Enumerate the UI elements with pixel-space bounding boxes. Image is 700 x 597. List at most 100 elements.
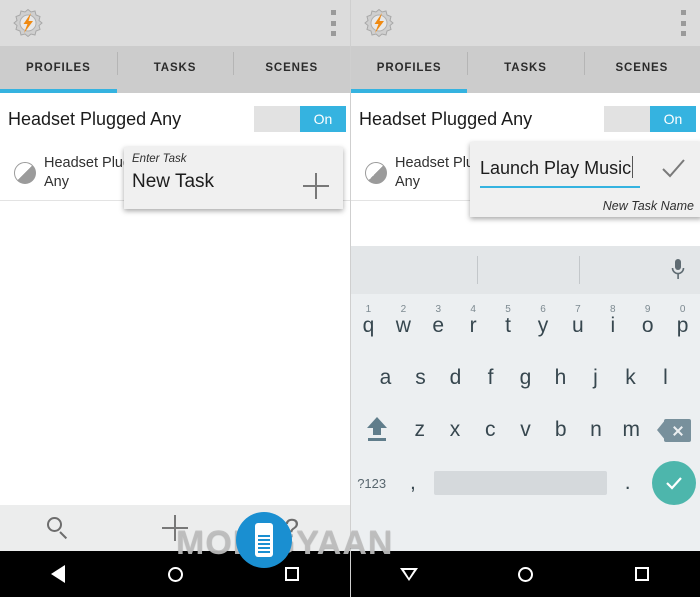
key-z[interactable]: z (402, 406, 437, 454)
key-w[interactable]: 2w (386, 302, 421, 350)
key-c[interactable]: c (473, 406, 508, 454)
key-f-label: f (487, 366, 494, 389)
key-backspace[interactable] (649, 406, 700, 454)
toggle-track-off (254, 106, 300, 132)
key-h-label: h (554, 366, 567, 389)
key-v[interactable]: v (508, 406, 543, 454)
key-n-label: n (590, 418, 602, 441)
nav-recents-left[interactable] (233, 567, 350, 581)
tab-profiles[interactable]: PROFILES (0, 46, 117, 93)
suggestion-divider (579, 256, 580, 284)
key-a[interactable]: a (368, 354, 403, 402)
tab-tasks[interactable]: TASKS (467, 46, 583, 93)
soft-keyboard: 1q 2w 3e 4r 5t 6y 7u 8i 9o 0p a s d f g … (351, 246, 700, 551)
key-e-number: 3 (435, 304, 442, 315)
key-symbols[interactable]: ?123 (351, 458, 392, 508)
enter-task-value[interactable]: New Task (132, 171, 214, 193)
tab-scenes[interactable]: SCENES (233, 46, 350, 93)
key-shift[interactable] (351, 406, 402, 454)
overflow-menu-icon[interactable] (330, 10, 336, 36)
key-q-number: 1 (365, 304, 372, 315)
key-u-number: 7 (575, 304, 581, 315)
task-name-input[interactable]: Launch Play Music (480, 150, 640, 188)
context-state-icon (365, 162, 387, 184)
nav-home-right[interactable] (467, 566, 583, 582)
key-o-number: 9 (644, 304, 651, 315)
key-p-number: 0 (679, 304, 686, 315)
new-task-name-hint: New Task Name (602, 199, 694, 213)
key-y[interactable]: 6y (526, 302, 561, 350)
key-enter[interactable] (648, 458, 700, 508)
key-i[interactable]: 8i (595, 302, 630, 350)
toggle-on-label: On (650, 106, 696, 132)
screenshot-left: PROFILES TASKS SCENES Headset Plugged An… (0, 0, 350, 597)
key-d-label: d (449, 366, 462, 389)
key-q-label: q (362, 314, 375, 337)
key-f[interactable]: f (473, 354, 508, 402)
key-period[interactable]: . (607, 458, 648, 508)
task-name-value: Launch Play Music (480, 158, 632, 178)
key-t-label: t (505, 314, 511, 337)
profile-header-row[interactable]: Headset Plugged Any On (351, 93, 700, 145)
key-n[interactable]: n (578, 406, 613, 454)
key-d[interactable]: d (438, 354, 473, 402)
key-r[interactable]: 4r (456, 302, 491, 350)
key-q[interactable]: 1q (351, 302, 386, 350)
key-l[interactable]: l (648, 354, 683, 402)
add-button-left[interactable] (117, 515, 234, 541)
nav-recents-right[interactable] (584, 567, 700, 581)
home-circle-icon (167, 566, 183, 582)
key-space[interactable] (433, 458, 608, 508)
key-j[interactable]: j (578, 354, 613, 402)
keyboard-suggestion-bar[interactable] (351, 246, 700, 294)
keyboard-row-3: z x c v b n m (351, 406, 700, 454)
enter-task-dialog[interactable]: Enter Task New Task (124, 147, 343, 209)
app-bar-right (351, 0, 700, 46)
recents-square-icon (634, 567, 649, 581)
key-v-label: v (520, 418, 531, 441)
tab-profiles[interactable]: PROFILES (351, 46, 468, 93)
tab-bar-left: PROFILES TASKS SCENES (0, 46, 350, 93)
tab-scenes-label: SCENES (265, 62, 319, 74)
plus-icon[interactable] (303, 173, 329, 199)
key-k-label: k (625, 366, 636, 389)
system-nav-bar-right (351, 551, 700, 597)
tab-tasks[interactable]: TASKS (116, 46, 234, 93)
nav-hide-keyboard-right[interactable] (351, 567, 467, 581)
tasker-gear-icon[interactable] (12, 7, 44, 39)
key-c-label: c (484, 418, 496, 441)
overflow-menu-icon[interactable] (680, 10, 686, 36)
search-button-left[interactable] (0, 516, 117, 540)
key-i-label: i (610, 314, 616, 337)
key-t[interactable]: 5t (491, 302, 526, 350)
profile-header-row[interactable]: Headset Plugged Any On (0, 93, 350, 145)
nav-back-left[interactable] (0, 565, 117, 583)
new-task-name-dialog[interactable]: Launch Play Music New Task Name (470, 142, 700, 217)
key-h[interactable]: h (543, 354, 578, 402)
profile-enable-toggle[interactable]: On (254, 106, 346, 132)
toggle-track-off (604, 106, 650, 132)
tab-scenes[interactable]: SCENES (583, 46, 700, 93)
plus-icon (162, 515, 188, 541)
key-x-label: x (449, 418, 461, 441)
microphone-icon[interactable] (670, 258, 686, 282)
tasker-gear-icon[interactable] (363, 7, 395, 39)
key-b[interactable]: b (543, 406, 578, 454)
key-r-label: r (469, 314, 477, 337)
dual-screenshot-stage: PROFILES TASKS SCENES Headset Plugged An… (0, 0, 700, 597)
nav-home-left[interactable] (117, 566, 234, 582)
key-g[interactable]: g (508, 354, 543, 402)
check-icon[interactable] (658, 154, 688, 184)
key-o[interactable]: 9o (630, 302, 665, 350)
app-bar-left (0, 0, 350, 46)
key-k[interactable]: k (613, 354, 648, 402)
key-m[interactable]: m (614, 406, 649, 454)
profile-enable-toggle[interactable]: On (604, 106, 696, 132)
key-l-label: l (663, 366, 668, 389)
key-u[interactable]: 7u (560, 302, 595, 350)
key-x[interactable]: x (437, 406, 472, 454)
key-s[interactable]: s (403, 354, 438, 402)
key-p[interactable]: 0p (665, 302, 700, 350)
key-comma[interactable]: , (392, 458, 433, 508)
key-e[interactable]: 3e (421, 302, 456, 350)
